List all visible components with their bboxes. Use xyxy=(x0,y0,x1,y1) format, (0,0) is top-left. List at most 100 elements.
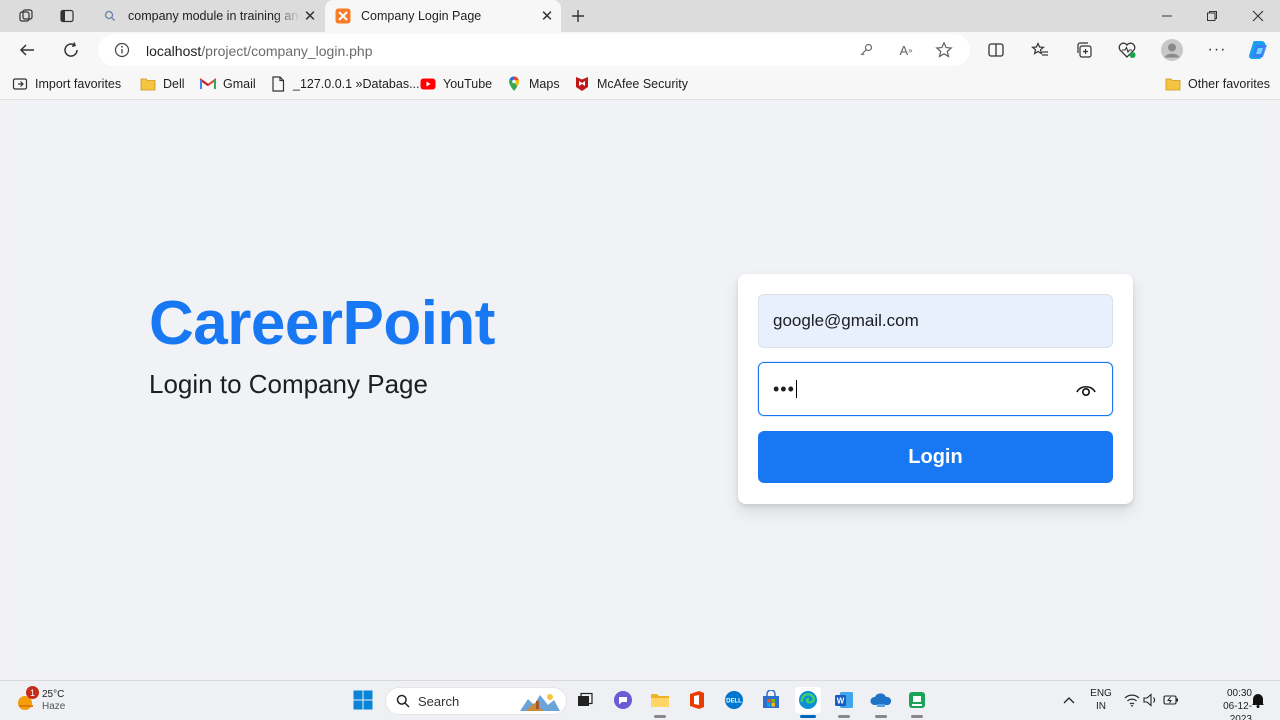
favorite-label: Maps xyxy=(529,77,560,91)
weather-badge: 1 xyxy=(26,686,39,699)
svg-text:DELL: DELL xyxy=(726,699,742,705)
restore-icon[interactable] xyxy=(1189,0,1235,32)
copilot-icon[interactable] xyxy=(1244,36,1272,64)
favorite-gmail[interactable]: Gmail xyxy=(200,75,256,93)
email-field[interactable]: google@gmail.com xyxy=(758,294,1113,348)
maps-icon xyxy=(506,76,522,92)
vertical-tabs-icon[interactable] xyxy=(53,4,81,28)
youtube-icon xyxy=(420,76,436,92)
navigation-bar: localhost/project/company_login.php A» ·… xyxy=(0,32,1280,68)
favorite-star-icon[interactable] xyxy=(934,40,954,60)
show-hidden-icons-chevron-up-icon[interactable] xyxy=(1056,687,1082,713)
page-content: CareerPoint Login to Company Page google… xyxy=(4,100,1276,678)
favorite-label: YouTube xyxy=(443,77,493,91)
start-windows-icon[interactable] xyxy=(350,687,376,713)
favorites-icon[interactable] xyxy=(1026,36,1054,64)
close-window-icon[interactable] xyxy=(1235,0,1280,32)
taskbar-search[interactable]: Search xyxy=(385,687,567,715)
email-value: google@gmail.com xyxy=(773,311,919,330)
running-indicator xyxy=(838,715,850,718)
favorite-label: _127.0.0.1 »Databas... xyxy=(293,77,420,91)
more-menu-icon[interactable]: ··· xyxy=(1203,36,1231,64)
import-icon xyxy=(12,76,28,92)
battery-plugged-icon[interactable] xyxy=(1159,687,1185,713)
key-icon[interactable] xyxy=(856,40,876,60)
running-indicator xyxy=(800,715,816,718)
favorite-label: Dell xyxy=(163,77,185,91)
folder-icon xyxy=(1165,76,1181,92)
search-label: Search xyxy=(418,693,460,709)
tab-title: company module in training and xyxy=(128,9,300,23)
notification-bell-icon[interactable] xyxy=(1245,687,1271,713)
collections-icon[interactable] xyxy=(1070,36,1098,64)
favorite-mcafee[interactable]: McAfee Security xyxy=(574,75,688,93)
favorite-other[interactable]: Other favorites xyxy=(1165,75,1270,93)
xampp-icon xyxy=(335,8,351,24)
site-info-icon[interactable] xyxy=(114,42,130,58)
new-tab-icon[interactable] xyxy=(566,4,590,28)
edge-icon[interactable] xyxy=(795,687,821,718)
onedrive-vpn-icon[interactable] xyxy=(868,687,894,718)
dell-icon[interactable]: DELL xyxy=(721,687,747,713)
tab-strip: company module in training and ✕ Company… xyxy=(0,0,1280,32)
page-tagline: Login to Company Page xyxy=(149,369,428,399)
weather-sun-icon: 1 xyxy=(16,686,39,712)
language-indicator[interactable]: ENG IN xyxy=(1088,687,1114,713)
tab-search[interactable]: company module in training and ✕ xyxy=(92,0,324,32)
microsoft-store-icon[interactable] xyxy=(758,687,784,713)
close-tab-icon[interactable]: ✕ xyxy=(302,8,318,25)
login-card: google@gmail.com ••• Login xyxy=(738,274,1133,504)
task-view-icon[interactable] xyxy=(572,687,598,713)
profile-avatar-icon[interactable] xyxy=(1158,36,1186,64)
favorite-maps[interactable]: Maps xyxy=(506,75,560,93)
close-tab-icon[interactable]: ✕ xyxy=(539,8,555,25)
office-icon[interactable] xyxy=(684,687,710,713)
url-text: localhost/project/company_login.php xyxy=(146,43,373,59)
password-field[interactable]: ••• xyxy=(758,362,1113,416)
tab-company-login[interactable]: Company Login Page ✕ xyxy=(325,0,561,32)
refresh-icon[interactable] xyxy=(57,36,85,64)
tab-title: Company Login Page xyxy=(361,9,482,23)
minimize-icon[interactable] xyxy=(1144,0,1190,32)
favorite-import[interactable]: Import favorites xyxy=(12,75,121,93)
search-icon xyxy=(396,694,410,708)
running-indicator xyxy=(654,715,666,718)
login-button[interactable]: Login xyxy=(758,431,1113,483)
weather-widget[interactable]: 1 25°C Haze xyxy=(16,686,65,716)
favorites-bar: Import favorites Dell Gmail _127.0.0.1 »… xyxy=(0,68,1280,100)
favorite-label: Other favorites xyxy=(1188,77,1270,91)
word-icon[interactable]: W xyxy=(831,687,857,718)
language-line2: IN xyxy=(1096,701,1106,712)
teams-chat-icon[interactable] xyxy=(610,687,636,713)
favorite-label: Gmail xyxy=(223,77,256,91)
workspaces-icon[interactable] xyxy=(12,4,40,28)
weather-condition: Haze xyxy=(42,701,66,712)
favorite-database[interactable]: _127.0.0.1 »Databas... xyxy=(270,75,419,93)
gmail-icon xyxy=(200,76,216,92)
favorite-dell[interactable]: Dell xyxy=(140,75,185,93)
running-indicator xyxy=(875,715,887,718)
browser-essentials-icon[interactable] xyxy=(1113,36,1141,64)
mcafee-icon xyxy=(574,76,590,92)
favorite-youtube[interactable]: YouTube xyxy=(420,75,492,93)
xampp-control-icon[interactable] xyxy=(904,687,930,718)
brand-logo-text: CareerPoint xyxy=(149,289,495,358)
text-caret xyxy=(795,380,797,398)
file-explorer-icon[interactable] xyxy=(647,687,673,718)
favorite-label: McAfee Security xyxy=(597,77,689,91)
address-bar[interactable]: localhost/project/company_login.php A» xyxy=(98,34,970,66)
running-indicator xyxy=(911,715,923,718)
show-password-eye-icon[interactable] xyxy=(1076,380,1096,400)
split-screen-icon[interactable] xyxy=(982,36,1010,64)
weather-temp: 25°C xyxy=(42,689,65,700)
search-icon xyxy=(102,8,118,24)
page-icon xyxy=(270,76,286,92)
favorite-label: Import favorites xyxy=(35,77,122,91)
back-icon[interactable] xyxy=(13,36,41,64)
folder-icon xyxy=(140,76,156,92)
read-aloud-icon[interactable]: A» xyxy=(896,40,916,60)
taskbar: 1 25°C Haze Search DELL W ENG IN 00:30 0… xyxy=(0,680,1280,720)
svg-text:W: W xyxy=(837,697,845,706)
password-value: ••• xyxy=(773,378,795,399)
search-highlight-icon xyxy=(518,691,562,716)
